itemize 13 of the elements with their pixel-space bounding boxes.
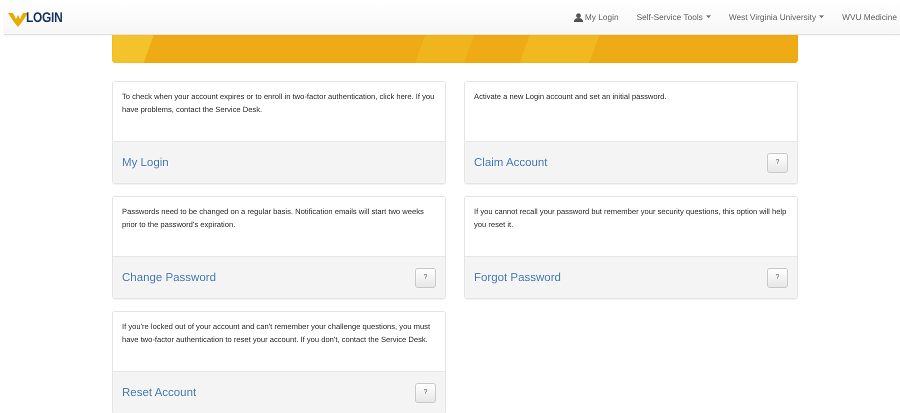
caret-icon xyxy=(706,15,711,19)
nav-link[interactable]: My Login xyxy=(564,12,628,22)
card-title-link[interactable]: My Login xyxy=(122,156,169,168)
card-title-link[interactable]: Reset Account xyxy=(122,386,196,398)
card-title-link[interactable]: Forgot Password xyxy=(474,272,561,284)
user-icon xyxy=(574,12,583,22)
nav-link[interactable]: Self-Service Tools xyxy=(628,12,720,22)
caret-icon xyxy=(819,15,824,19)
card-title-link[interactable]: Change Password xyxy=(122,272,216,284)
card-title-link[interactable]: Claim Account xyxy=(474,156,548,168)
nav-link[interactable]: West Virginia University xyxy=(720,12,834,22)
nav-link[interactable]: WVU Medicine xyxy=(833,12,900,22)
logo[interactable]: LOGIN xyxy=(8,7,69,27)
